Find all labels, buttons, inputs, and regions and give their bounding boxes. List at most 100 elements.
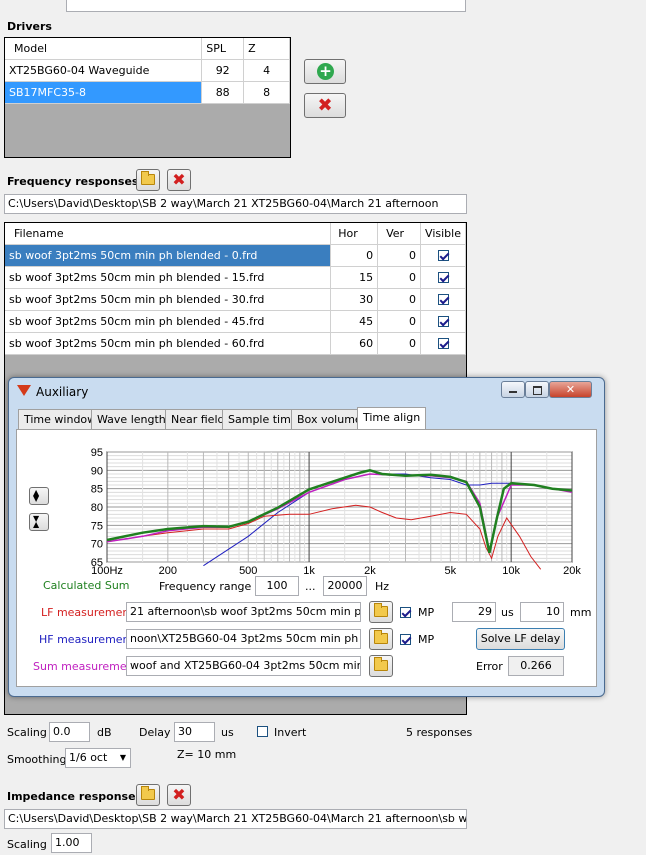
tab-near-field[interactable]: Near field [165,409,231,429]
freq-grid[interactable]: Filename Hor Ver Visible sb woof 3pt2ms … [4,222,467,382]
us-unit: us [221,726,234,739]
cell-ver[interactable]: 0 [377,244,422,267]
open-impedance-button[interactable] [136,784,160,806]
cell-filename[interactable]: sb woof 3pt2ms 50cm min ph blended - 15.… [5,266,332,289]
scaling-label: Scaling [7,726,47,739]
cell-hor[interactable]: 15 [330,266,379,289]
freq-to-input[interactable]: 20000 [323,576,367,596]
cell-filename[interactable]: sb woof 3pt2ms 50cm min ph blended - 60.… [5,332,332,355]
visible-checkbox[interactable] [437,338,449,349]
tab-time-window[interactable]: Time window [18,409,103,429]
cell-hor[interactable]: 60 [330,332,379,355]
open-sum-button[interactable] [369,655,393,677]
visible-checkbox[interactable] [437,272,449,283]
hf-measurement-label: HF measurement [39,633,134,646]
maximize-button[interactable] [525,381,549,398]
drivers-label: Drivers [7,20,52,33]
clear-impedance-button[interactable]: ✖ [167,784,191,806]
responses-count: 5 responses [406,726,473,739]
cell-hor[interactable]: 0 [330,244,379,267]
cell-z[interactable]: 4 [243,59,290,82]
top-textbox[interactable] [66,0,466,12]
col-visible[interactable]: Visible [420,223,466,245]
open-freq-button[interactable] [136,169,160,191]
y-tick-label: 95 [91,447,103,459]
minimize-button[interactable] [501,381,525,398]
table-row[interactable]: sb woof 3pt2ms 50cm min ph blended - 45.… [5,310,466,333]
delay-us-input[interactable]: 29 [452,602,496,622]
auxiliary-window[interactable]: Auxiliary ✕ Time window Wave length Near… [8,377,605,697]
cell-filename[interactable]: sb woof 3pt2ms 50cm min ph blended - 30.… [5,288,332,311]
add-driver-button[interactable]: + [304,59,346,84]
table-row[interactable]: XT25BG60-04 Waveguide 92 4 [5,59,290,82]
y-tick-label: 85 [91,484,103,496]
hf-measurement-input[interactable]: noon\XT25BG60-04 3pt2ms 50cm min ph - 0.… [126,629,361,649]
remove-driver-button[interactable]: ✖ [304,93,346,118]
cell-hor[interactable]: 30 [330,288,379,311]
impedance-scaling-input[interactable]: 1.00 [51,833,92,853]
delay-input[interactable]: 30 [174,722,215,742]
folder-icon [374,657,388,671]
cell-model[interactable]: XT25BG60-04 Waveguide [5,59,203,82]
table-row[interactable]: sb woof 3pt2ms 50cm min ph blended - 30.… [5,288,466,311]
cell-filename[interactable]: sb woof 3pt2ms 50cm min ph blended - 0.f… [5,244,332,267]
col-spl[interactable]: SPL [201,38,245,60]
x-tick-label: 1k [303,565,315,577]
zoom-in-button[interactable]: ▲ ▼ [29,487,49,505]
y-tick-label: 75 [91,520,103,532]
smoothing-select[interactable]: 1/6 oct ▼ [65,748,131,768]
visible-checkbox[interactable] [437,250,449,261]
clear-freq-button[interactable]: ✖ [167,169,191,191]
drivers-grid[interactable]: Model SPL Z XT25BG60-04 Waveguide 92 4 S… [4,37,291,158]
open-hf-button[interactable] [369,628,393,650]
hf-mp-checkbox[interactable] [400,634,411,645]
col-ver[interactable]: Ver [377,223,422,245]
distance-mm-input[interactable]: 10 [520,602,564,622]
cell-spl[interactable]: 88 [201,81,245,104]
tab-time-align[interactable]: Time align [357,407,427,430]
col-filename[interactable]: Filename [5,223,332,245]
col-model[interactable]: Model [5,38,203,60]
col-z[interactable]: Z [243,38,290,60]
x-tick-label: 200 [159,565,177,577]
solve-lf-delay-button[interactable]: Solve LF delay [476,628,565,650]
col-hor[interactable]: Hor [330,223,379,245]
hf-mp-label: MP [418,633,435,646]
cell-ver[interactable]: 0 [377,332,422,355]
cell-spl[interactable]: 92 [201,59,245,82]
invert-checkbox[interactable] [257,726,268,737]
table-row[interactable]: sb woof 3pt2ms 50cm min ph blended - 15.… [5,266,466,289]
visible-checkbox[interactable] [437,294,449,305]
open-lf-button[interactable] [369,601,393,623]
visible-checkbox[interactable] [437,316,449,327]
table-row[interactable]: SB17MFC35-8 88 8 [5,81,290,104]
close-button[interactable]: ✕ [549,381,592,398]
cell-z[interactable]: 8 [243,81,290,104]
zoom-out-button[interactable]: ▼ ▲ [29,513,49,531]
table-row[interactable]: sb woof 3pt2ms 50cm min ph blended - 60.… [5,332,466,355]
mm-unit: mm [570,606,592,619]
sum-measurement-input[interactable]: woof and XT25BG60-04 3pt2ms 50cm min ph.… [126,656,361,676]
frequency-response-chart[interactable]: 95908580757065 100Hz 200 500 1k 2k 5k 10k 20k [57,444,582,577]
cell-hor[interactable]: 45 [330,310,379,333]
cell-ver[interactable]: 0 [377,288,422,311]
collapse-icon: ▼ ▲ [33,514,40,529]
delay-label: Delay [139,726,171,739]
lf-mp-checkbox[interactable] [400,607,411,618]
impedance-scaling-label: Scaling [7,838,47,851]
freq-path-input[interactable]: C:\Users\David\Desktop\SB 2 way\March 21… [4,194,467,214]
table-row[interactable]: sb woof 3pt2ms 50cm min ph blended - 0.f… [5,244,466,267]
impedance-path-input[interactable]: C:\Users\David\Desktop\SB 2 way\March 21… [4,809,467,829]
scaling-input[interactable]: 0.0 [49,722,90,742]
smoothing-label: Smoothing [7,753,67,766]
folder-icon [141,171,155,185]
impedance-label: Impedance response [7,790,136,803]
freq-from-input[interactable]: 100 [255,576,299,596]
cell-filename[interactable]: sb woof 3pt2ms 50cm min ph blended - 45.… [5,310,332,333]
freq-range-separator: ... [305,580,316,593]
cell-ver[interactable]: 0 [377,266,422,289]
tab-wave-length[interactable]: Wave length [91,409,172,429]
lf-measurement-input[interactable]: 21 afternoon\sb woof 3pt2ms 50cm min ph … [126,602,361,622]
cell-ver[interactable]: 0 [377,310,422,333]
cell-model[interactable]: SB17MFC35-8 [5,81,203,104]
